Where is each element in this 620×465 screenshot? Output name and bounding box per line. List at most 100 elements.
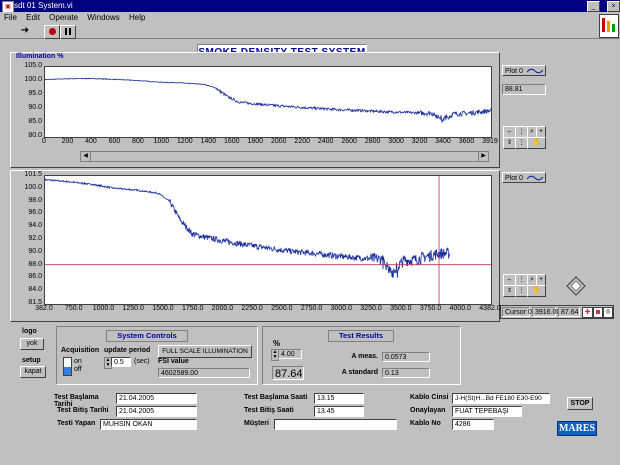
system-controls-title: System Controls	[106, 330, 188, 342]
stop-button[interactable]: STOP	[567, 397, 593, 410]
x-tick-label: 3600	[458, 138, 475, 145]
update-period-label: update period	[104, 347, 151, 354]
test-bitis-tarihi-field[interactable]: 21.04.2005	[116, 406, 197, 417]
test-baslama-saati-field[interactable]: 13.15	[314, 393, 364, 404]
x-tick-label: 2200	[294, 138, 310, 145]
x-tick-label: 2600	[341, 138, 357, 145]
test-bitis-saati-field[interactable]: 13.45	[314, 406, 364, 417]
y-tick-label: 100.0	[24, 183, 42, 191]
title-bar: ▣ sdt 01 System.vi _ ×	[0, 0, 620, 13]
onaylayan-field[interactable]: FUAT TEPEBAŞI	[452, 406, 522, 417]
x-tick-label: 1000	[153, 138, 170, 145]
y-tick-label: 90.0	[28, 104, 42, 111]
a-meas-value: 0.0573	[382, 352, 430, 362]
cursor-style-icon[interactable]: ✚	[582, 307, 593, 318]
scroll-left-icon[interactable]: ◀	[81, 152, 91, 161]
scroll-thumb[interactable]	[91, 152, 479, 161]
kablo-cinsi-field[interactable]: J-H(St)H...Bd FE180 E30-E90	[452, 393, 550, 404]
menu-operate[interactable]: Operate	[49, 13, 78, 22]
full-scale-illumination-button[interactable]: FULL SCALE ILLUMINATION	[158, 345, 252, 358]
setup-kapat-button[interactable]: kapat	[20, 366, 46, 378]
cursor-move-diamond-icon[interactable]	[566, 276, 586, 296]
chart1-palette: ⇔ ⇕ ⋮ ⋮ ⌕ + ✋	[503, 126, 546, 149]
y-tick-label: 105.0	[24, 62, 42, 69]
abort-button[interactable]	[44, 25, 60, 39]
pan-hand-icon[interactable]: ✋	[527, 137, 546, 149]
x-tick-label: 3000	[388, 138, 404, 145]
chart1-label: Illumination %	[16, 53, 64, 60]
cursor-color-swatch[interactable]	[593, 307, 603, 318]
x-tick-label: 1000.0	[92, 305, 115, 312]
on-label: on	[74, 358, 82, 365]
y-tick-label: 86.0	[28, 273, 42, 281]
menu-file[interactable]: File	[4, 13, 17, 22]
x-tick-label: 2000.0	[211, 305, 234, 312]
update-period-unit: (sec)	[134, 358, 150, 365]
cursor-readout: Cursor 0 3916.00 87.64 ✚ ◎	[500, 305, 614, 319]
kablo-cinsi-label: Kablo Cinsi	[410, 394, 449, 401]
y-tick-label: 88.0	[28, 260, 42, 268]
acquisition-label: Acquisition	[61, 347, 100, 354]
x-tick-label: 1200	[177, 138, 193, 145]
chart2-palette: ⇔ ⇕ ⋮ ⋮ ⌕ + ✋	[503, 274, 551, 297]
x-tick-label: 1800	[247, 138, 264, 145]
menu-windows[interactable]: Windows	[87, 13, 119, 22]
x-tick-label: 4000.0	[449, 305, 471, 312]
cursor-name[interactable]: Cursor 0	[502, 307, 532, 317]
chart1-legend[interactable]: Plot 0	[502, 65, 546, 76]
cursor-lock-icon[interactable]: ◎	[603, 307, 613, 318]
x-tick-label: 2250.0	[241, 305, 263, 312]
chart1-legend-label: Plot 0	[505, 68, 523, 75]
chart1-plot-area[interactable]	[44, 66, 492, 138]
chart2-plot-area[interactable]	[44, 175, 492, 305]
x-tick-label: 800	[132, 138, 144, 145]
menu-edit[interactable]: Edit	[26, 13, 40, 22]
test-baslama-tarihi-field[interactable]: 21.04.2005	[116, 393, 197, 404]
x-tick-label: 1250.0	[122, 305, 144, 312]
x-tick-label: 382.0	[35, 305, 53, 312]
illumination-big-value: 87.64	[272, 366, 304, 380]
testi-yapan-field[interactable]: MUHSİN OKAN	[100, 419, 197, 430]
y-tick-label: 90.0	[28, 247, 42, 255]
pause-button[interactable]	[60, 25, 76, 39]
menu-help[interactable]: Help	[129, 13, 145, 22]
menu-bar: File Edit Operate Windows Help	[0, 12, 620, 24]
a-meas-label: A meas.	[351, 353, 378, 360]
x-tick-label: 2000	[270, 138, 287, 145]
legend-line-icon	[527, 68, 543, 74]
fsi-value: 4602589.00	[158, 368, 250, 378]
minimize-button[interactable]: _	[587, 1, 600, 12]
update-period-input[interactable]: 0.5	[111, 357, 131, 367]
logo-yok-button[interactable]: yok	[20, 338, 44, 350]
series-plot-0-line	[44, 178, 450, 279]
percent-small-value[interactable]: 4.00	[278, 349, 302, 359]
kablo-no-field[interactable]: 4286	[452, 419, 494, 430]
x-tick-label: 1600	[223, 138, 240, 145]
y-tick-label: 100.0	[24, 76, 42, 83]
chart2-legend-label: Plot 0	[505, 175, 523, 182]
x-tick-label: 3750.0	[419, 305, 442, 312]
y-tick-label: 101.5	[24, 171, 42, 178]
y-tick-label: 96.0	[28, 209, 42, 217]
test-baslama-tarihi-label: Test Başlama Tarihi	[54, 394, 99, 408]
close-button[interactable]: ×	[607, 1, 620, 12]
chart2-legend[interactable]: Plot 0	[502, 172, 546, 183]
chart1-scrollbar[interactable]: ◀ ▶	[80, 151, 489, 162]
cursor-x-value: 3916.00	[532, 307, 560, 317]
x-tick-label: 2800	[364, 138, 381, 145]
y-tick-label: 98.0	[28, 196, 42, 204]
legend-line-icon	[527, 175, 543, 181]
pan-hand-icon[interactable]: ✋	[527, 285, 546, 297]
chart1-readout: 88.81	[502, 84, 546, 95]
scroll-right-icon[interactable]: ▶	[478, 152, 488, 161]
y-tick-label: 84.0	[28, 286, 42, 294]
y-tick-label: 95.0	[28, 90, 42, 97]
percent-label: %	[273, 339, 281, 348]
x-tick-label: 4382.0	[479, 305, 501, 312]
x-tick-label: 3500.0	[390, 305, 412, 312]
run-arrow-icon[interactable]: ➜	[18, 25, 32, 37]
musteri-field[interactable]	[274, 419, 397, 430]
acquisition-toggle[interactable]	[63, 357, 72, 376]
x-tick-label: 3250.0	[360, 305, 382, 312]
toolbar: ➜	[0, 14, 620, 39]
